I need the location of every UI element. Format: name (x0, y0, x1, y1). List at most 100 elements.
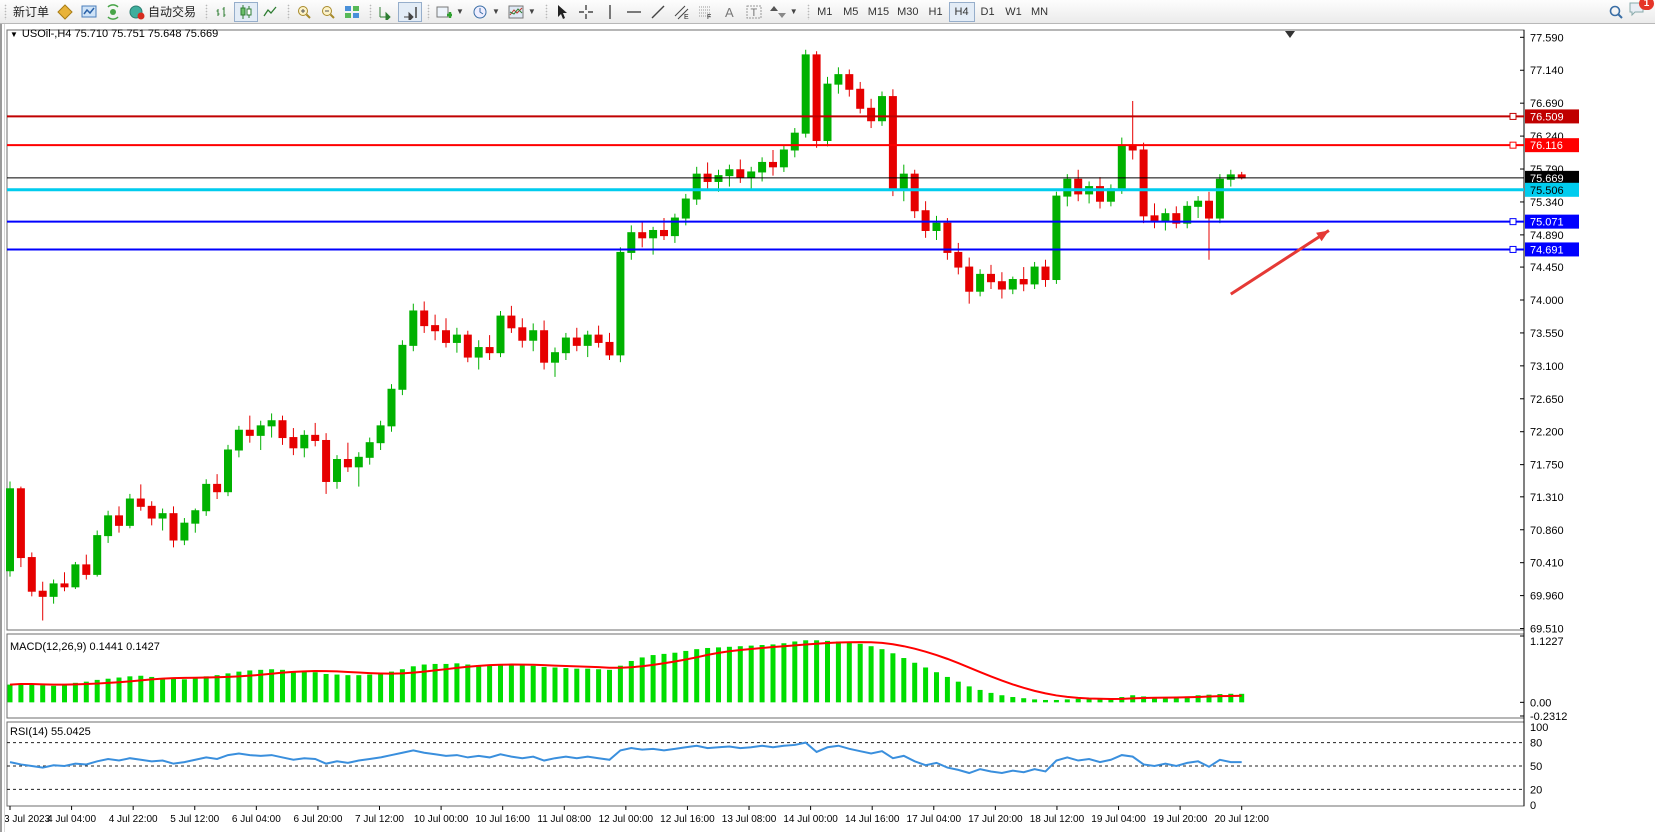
macd-label: MACD(12,26,9) 0.1441 0.1427 (10, 641, 160, 653)
time-axis-label: 17 Jul 04:00 (907, 814, 962, 825)
candlestick (399, 345, 406, 389)
candlestick (355, 457, 362, 467)
coin-icon-button[interactable] (53, 2, 77, 22)
chart-shift-button[interactable] (398, 2, 422, 22)
text-button[interactable]: A (718, 2, 742, 22)
auto-scroll-button[interactable] (374, 2, 398, 22)
notification-badge: 1 (1639, 0, 1654, 10)
timeframe-h1-button[interactable]: H1 (923, 2, 949, 22)
chart-window[interactable]: ▼USOil-,H4 75.710 75.751 75.648 75.669 M… (0, 24, 1655, 832)
line-drag-handle[interactable] (1510, 113, 1516, 119)
macd-histogram-bar (291, 671, 296, 702)
candlestick (17, 489, 24, 558)
candlestick (486, 348, 493, 353)
candlestick (105, 516, 112, 536)
zoom-in-button[interactable] (292, 2, 316, 22)
chart-shift-marker-icon[interactable] (1285, 31, 1295, 38)
timeframe-m1-button[interactable]: M1 (812, 2, 838, 22)
macd-histogram-bar (945, 677, 950, 702)
vertical-line-button[interactable] (598, 2, 622, 22)
candlestick (225, 450, 232, 492)
macd-histogram-bar (378, 673, 383, 702)
timeframe-m30-button[interactable]: M30 (893, 2, 922, 22)
candlestick (1020, 280, 1027, 284)
price-tag-label: 74.691 (1530, 244, 1564, 256)
candlestick-chart-button[interactable] (234, 2, 258, 22)
timeframe-label: M5 (843, 6, 858, 18)
crosshair-icon (578, 4, 594, 20)
candlestick (83, 565, 90, 575)
candlestick (464, 335, 471, 357)
arrow-annotation[interactable] (1231, 230, 1329, 294)
macd-histogram-bar (596, 669, 601, 702)
trendline-icon (650, 4, 666, 20)
line-drag-handle[interactable] (1510, 246, 1516, 252)
line-chart-button[interactable] (258, 2, 282, 22)
candlestick (1053, 196, 1060, 279)
fibonacci-button[interactable]: F (694, 2, 718, 22)
timeframe-d1-button[interactable]: D1 (975, 2, 1001, 22)
macd-histogram-bar (563, 668, 568, 702)
crosshair-button[interactable] (574, 2, 598, 22)
timeframe-m15-button[interactable]: M15 (864, 2, 893, 22)
time-axis-label: 19 Jul 20:00 (1153, 814, 1208, 825)
candlestick (584, 335, 591, 345)
macd-histogram-bar (825, 641, 830, 702)
candlestick (116, 516, 123, 526)
macd-histogram-bar (738, 646, 743, 702)
timeframe-label: M1 (817, 6, 832, 18)
collapse-caret-icon[interactable]: ▼ (10, 30, 18, 39)
time-axis-label: 14 Jul 00:00 (783, 814, 838, 825)
candlestick (61, 584, 68, 587)
macd-histogram-bar (618, 666, 623, 703)
macd-histogram-bar (672, 653, 677, 703)
horizontal-line-button[interactable] (622, 2, 646, 22)
periods-button[interactable]: ▼ (468, 2, 504, 22)
candlestick (606, 342, 613, 354)
rsi-line (10, 743, 1242, 773)
timeframe-m5-button[interactable]: M5 (838, 2, 864, 22)
text-label-button[interactable]: T (742, 2, 766, 22)
timeframe-h4-button[interactable]: H4 (949, 2, 975, 22)
price-tag-label: 76.116 (1530, 140, 1563, 152)
new-chart-button[interactable]: ▼ (432, 2, 468, 22)
timeframe-mn-button[interactable]: MN (1027, 2, 1053, 22)
chevron-down-icon: ▼ (528, 7, 536, 16)
search-button[interactable] (1604, 2, 1628, 22)
candlestick (268, 421, 275, 426)
time-axis-label: 6 Jul 20:00 (293, 814, 342, 825)
candlestick (1206, 201, 1213, 218)
candlestick (889, 97, 896, 189)
zoom-out-button[interactable] (316, 2, 340, 22)
candlestick (595, 335, 602, 342)
bar-chart-button[interactable] (210, 2, 234, 22)
macd-histogram-bar (1010, 697, 1015, 702)
macd-histogram-bar (182, 679, 187, 702)
charts-window-button[interactable] (77, 2, 101, 22)
line-drag-handle[interactable] (1510, 142, 1516, 148)
signals-button[interactable] (101, 2, 125, 22)
macd-histogram-bar (204, 676, 209, 702)
rsi-pane-border (7, 722, 1524, 806)
candlestick (737, 170, 744, 177)
macd-histogram-bar (585, 669, 590, 703)
candlestick (715, 176, 722, 182)
trendline-button[interactable] (646, 2, 670, 22)
candlestick (1216, 179, 1223, 218)
line-drag-handle[interactable] (1510, 219, 1516, 225)
arrows-button[interactable]: ▼ (766, 2, 802, 22)
timeframe-w1-button[interactable]: W1 (1001, 2, 1027, 22)
macd-tick-label: 0.00 (1530, 697, 1551, 709)
candlestick (214, 484, 221, 491)
line-chart-icon (262, 4, 278, 20)
notifications-button[interactable]: 1 (1628, 1, 1646, 22)
chart-canvas[interactable]: 77.59077.14076.69076.24075.79075.34074.8… (2, 24, 1655, 832)
cursor-button[interactable] (550, 2, 574, 22)
autotrading-button[interactable]: 自动交易 (125, 2, 200, 22)
candlestick (726, 170, 733, 176)
new-order-button[interactable]: 新订单 (9, 2, 53, 22)
templates-button[interactable]: ▼ (504, 2, 540, 22)
timeframe-label: M30 (897, 6, 918, 18)
equidistant-channel-button[interactable]: E (670, 2, 694, 22)
tile-windows-button[interactable] (340, 2, 364, 22)
